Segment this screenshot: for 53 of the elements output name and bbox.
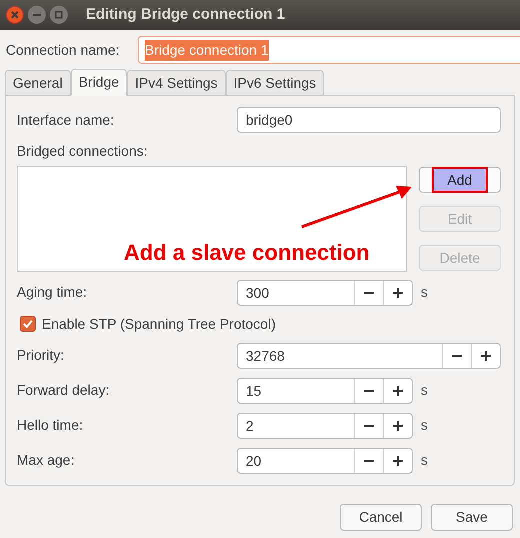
spin-value: 32768: [245, 346, 286, 366]
close-button[interactable]: [6, 6, 24, 24]
plus-icon: [393, 386, 403, 396]
checkbox-label: Enable STP (Spanning Tree Protocol): [42, 314, 276, 334]
spin-field[interactable]: 2: [237, 412, 413, 438]
maximize-button[interactable]: [50, 6, 68, 24]
spin-value: 20: [245, 452, 263, 470]
spin-value: 2: [245, 416, 255, 436]
field-label: Priority:: [17, 346, 66, 365]
tab[interactable]: General: [5, 70, 71, 95]
tab[interactable]: IPv4 Settings: [127, 70, 226, 95]
spin-field[interactable]: 20: [237, 448, 413, 474]
minus-icon: [364, 390, 374, 392]
minus-icon: [452, 354, 462, 356]
plus-icon: [481, 350, 491, 360]
dialog-button[interactable]: Cancel: [340, 504, 422, 531]
field-label: Interface name:: [17, 110, 116, 130]
unit-label: s: [421, 416, 428, 435]
unit-label: s: [421, 451, 428, 470]
plus-icon: [393, 420, 403, 430]
field-label: Forward delay:: [17, 381, 111, 400]
minus-icon: [364, 460, 374, 462]
minus-icon: [364, 424, 374, 426]
field-value: Bridge connection 1: [145, 40, 269, 60]
section-label: Bridged connections:: [17, 142, 149, 161]
annotation-text: Add a slave connection: [124, 239, 370, 267]
spin-value: 300: [245, 284, 270, 302]
checkmark-icon: [23, 320, 33, 328]
spin-value: 15: [245, 382, 263, 400]
plus-icon: [393, 288, 403, 298]
interface-name-field[interactable]: bridge0: [237, 107, 501, 133]
checkbox[interactable]: [20, 316, 36, 332]
minimize-icon: [33, 14, 41, 16]
close-icon: [11, 11, 19, 19]
field-label: Connection name:: [6, 40, 121, 60]
maximize-icon: [55, 11, 63, 19]
list-action-button[interactable]: Add: [419, 167, 501, 193]
field-label: Max age:: [17, 451, 76, 470]
minus-icon: [364, 292, 374, 294]
connections-list[interactable]: [17, 166, 407, 272]
dialog-button[interactable]: Save: [431, 504, 513, 531]
plus-icon: [393, 456, 403, 466]
field-label: Hello time:: [17, 416, 84, 435]
tab[interactable]: Bridge: [70, 69, 128, 96]
spin-field[interactable]: 15: [237, 378, 413, 404]
minimize-button[interactable]: [28, 6, 46, 24]
unit-label: s: [421, 283, 428, 302]
unit-label: s: [421, 381, 428, 400]
window-title: Editing Bridge connection 1: [86, 4, 286, 25]
tab[interactable]: IPv6 Settings: [226, 70, 324, 95]
spin-field[interactable]: 32768: [237, 342, 501, 368]
field-label: Aging time:: [17, 283, 88, 302]
spin-field[interactable]: 300: [237, 280, 413, 306]
